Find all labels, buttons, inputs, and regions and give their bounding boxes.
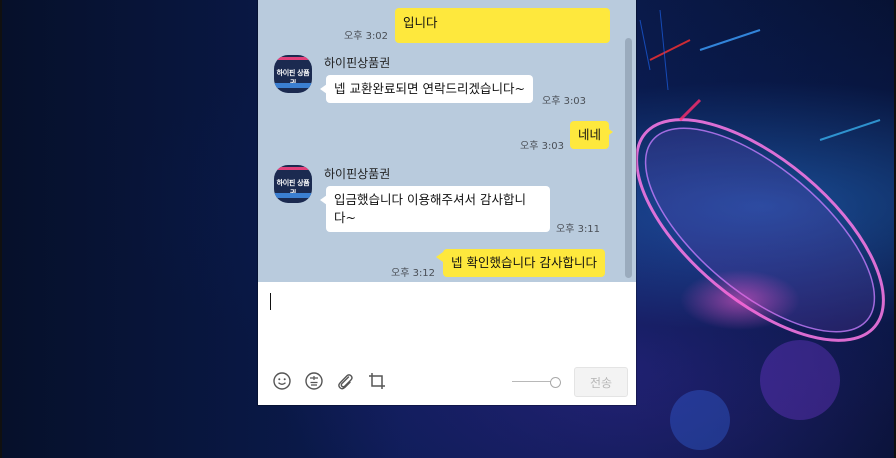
- message-text-line: 다~: [334, 210, 356, 225]
- message-text: 네네: [578, 127, 602, 142]
- message-text-line: 입금했습니다 이용해주셔서 감사합니: [334, 192, 526, 207]
- message-text: 입니다: [403, 15, 438, 30]
- message-text: 넵 확인했습니다 감사합니다: [451, 255, 597, 270]
- my-message-bubble: 네네: [570, 121, 610, 149]
- bubble-tail: [436, 252, 443, 262]
- message-list[interactable]: 오후 3:02 입니다 하이핀 상품권 하이핀상품권 넵 교환완료되면 연락드리…: [258, 0, 636, 282]
- avatar-footer: [274, 193, 312, 198]
- paperclip-icon[interactable]: [335, 371, 355, 391]
- message-time: 오후 3:11: [556, 224, 601, 235]
- bubble-tail: [606, 127, 613, 137]
- sender-name: 하이핀상품권: [324, 167, 391, 181]
- opacity-slider-handle[interactable]: [550, 377, 561, 388]
- opacity-slider-track[interactable]: [512, 381, 554, 382]
- their-message-bubble: 넵 교환완료되면 연락드리겠습니다~: [326, 75, 533, 103]
- avatar-footer: [274, 83, 312, 88]
- avatar[interactable]: 하이핀 상품권: [274, 55, 312, 93]
- avatar-accent: [274, 57, 312, 60]
- avatar-accent: [274, 167, 312, 170]
- send-button[interactable]: 전송: [574, 367, 628, 397]
- message-time: 오후 3:03: [520, 141, 565, 152]
- screen-border-left: [0, 0, 2, 458]
- composer: 전송: [258, 282, 636, 405]
- crop-icon[interactable]: [367, 371, 387, 391]
- chat-window: 오후 3:02 입니다 하이핀 상품권 하이핀상품권 넵 교환완료되면 연락드리…: [258, 0, 636, 405]
- my-message-bubble: 입니다: [395, 8, 610, 43]
- scrollbar-thumb[interactable]: [625, 38, 632, 278]
- message-time: 오후 3:03: [542, 96, 587, 107]
- emoticon-tab-icon[interactable]: [304, 371, 324, 391]
- emoji-icon[interactable]: [272, 371, 292, 391]
- avatar[interactable]: 하이핀 상품권: [274, 165, 312, 203]
- message-input[interactable]: [268, 290, 628, 364]
- their-message-bubble: 입금했습니다 이용해주셔서 감사합니 다~: [326, 186, 550, 232]
- message-time: 오후 3:12: [391, 268, 436, 279]
- sender-name: 하이핀상품권: [324, 56, 391, 70]
- my-message-bubble: 넵 확인했습니다 감사합니다: [443, 249, 605, 277]
- message-time: 오후 3:02: [344, 31, 389, 42]
- message-text: 넵 교환완료되면 연락드리겠습니다~: [334, 81, 525, 96]
